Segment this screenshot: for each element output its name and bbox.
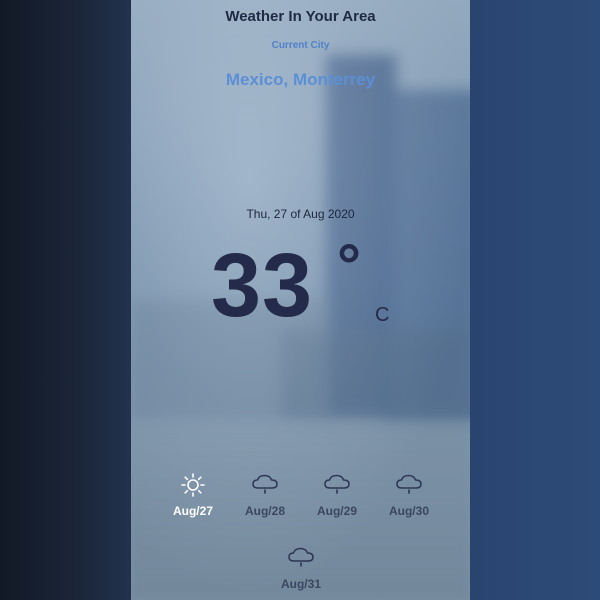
weather-app-screen: Weather In Your Area Current City Mexico… xyxy=(131,0,470,600)
degree-symbol: ° xyxy=(337,232,361,299)
temperature-value: 33 xyxy=(211,236,314,336)
rain-cloud-icon xyxy=(396,474,422,494)
forecast-day-aug-28[interactable]: Aug/28 xyxy=(230,472,300,518)
background-left-panel xyxy=(0,0,131,600)
rain-cloud-icon xyxy=(324,474,350,494)
city-name[interactable]: Mexico, Monterrey xyxy=(131,70,470,90)
app-title: Weather In Your Area xyxy=(225,8,376,25)
sun-icon xyxy=(181,473,205,497)
forecast-date-label: Aug/29 xyxy=(316,504,357,518)
forecast-day-aug-31[interactable]: Aug/31 xyxy=(266,545,336,591)
forecast-date-label: Aug/30 xyxy=(388,504,429,518)
forecast-date-label: Aug/31 xyxy=(280,577,321,591)
forecast-date-label: Aug/28 xyxy=(244,504,285,518)
current-date: Thu, 27 of Aug 2020 xyxy=(246,207,355,221)
background-right-panel xyxy=(470,0,600,600)
forecast-day-aug-29[interactable]: Aug/29 xyxy=(302,472,372,518)
forecast-day-aug-30[interactable]: Aug/30 xyxy=(374,472,444,518)
rain-cloud-icon xyxy=(288,547,314,567)
forecast-date-label: Aug/27 xyxy=(172,504,213,518)
rain-cloud-icon xyxy=(252,474,278,494)
forecast-day-aug-27[interactable]: Aug/27 xyxy=(158,472,228,518)
temperature-unit: C xyxy=(375,304,390,326)
current-city-label: Current City xyxy=(271,40,330,51)
